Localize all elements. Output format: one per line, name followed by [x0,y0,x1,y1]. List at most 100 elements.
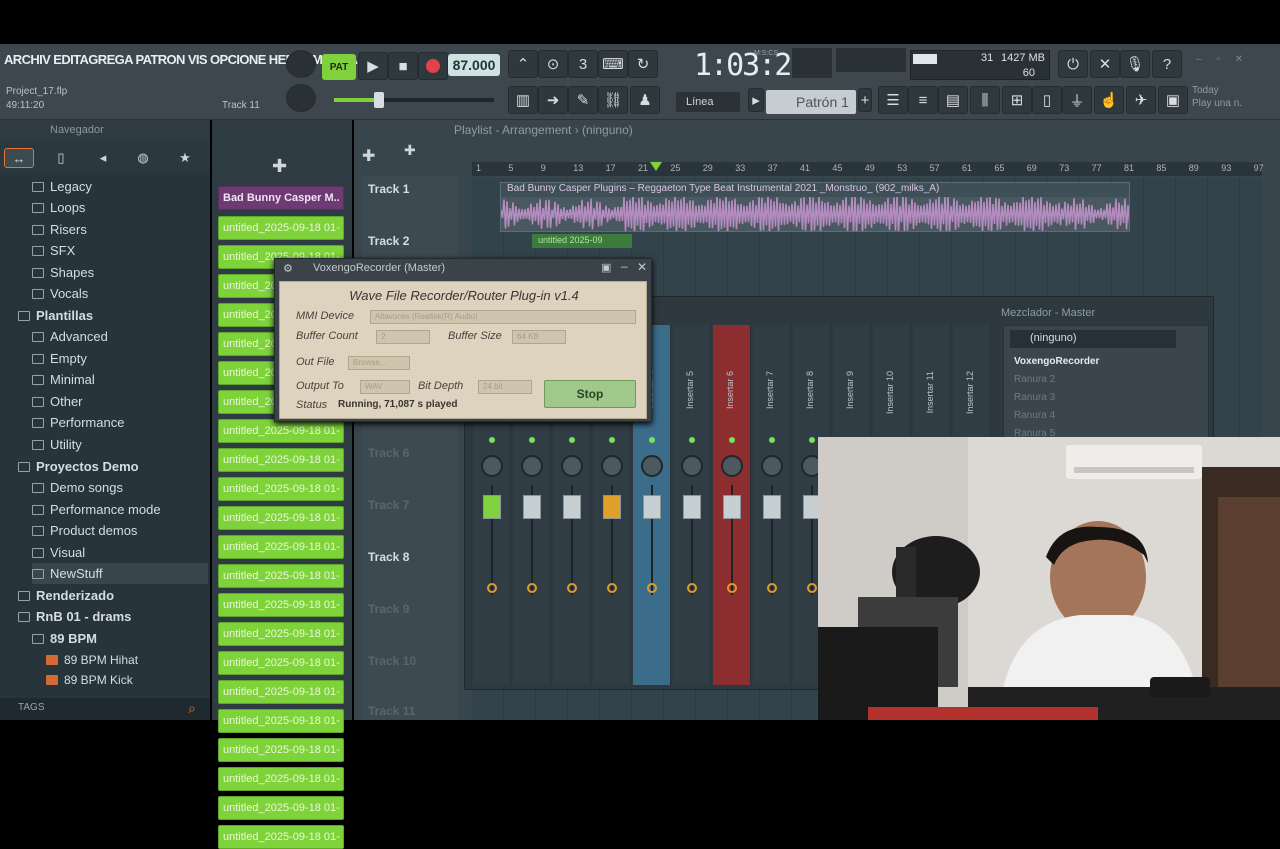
volume-fader[interactable] [563,495,581,519]
tools-button[interactable]: ✕ [1090,50,1120,78]
step-edit-button[interactable]: ⌨ [598,50,628,78]
buffer-size-field[interactable]: 64 KB [512,330,566,344]
song-position-clock[interactable]: 1:03:26 [694,48,808,83]
master-volume-knob[interactable] [286,50,316,78]
channel-item[interactable]: untitled_2025-09-18 01- [218,622,344,646]
browser-folder[interactable]: 89 BPM [32,628,97,649]
channel-item[interactable]: untitled_2025-09-18 01- [218,709,344,733]
draw-button[interactable]: ✎ [568,86,598,114]
volume-fader[interactable] [523,495,541,519]
browser-item[interactable]: Shapes [32,262,94,283]
tags-field[interactable]: TAGS [0,698,210,720]
stereo-knob[interactable] [767,583,777,593]
channel-item[interactable]: untitled_2025-09-18 01- [218,448,344,472]
browser-item[interactable]: Minimal [32,369,95,390]
volume-fader[interactable] [683,495,701,519]
recorder-title[interactable]: VoxengoRecorder (Master) [275,259,651,279]
browser-item[interactable]: Performance [32,412,124,433]
channel-rack-button[interactable]: ▤ [938,86,968,114]
mixer-strip[interactable]: Insertar 6 [713,325,751,685]
channel-item[interactable]: untitled_2025-09-18 01- [218,216,344,240]
pan-knob[interactable] [521,455,543,477]
window-controls[interactable]: – ▫ ✕ [1196,54,1272,70]
news-button[interactable]: ▣ [1158,86,1188,114]
browser-item[interactable]: Demo songs [32,477,123,498]
audio-clip-small[interactable]: untitled 2025-09 [532,234,632,248]
piano-roll-view-button[interactable]: ≡ [908,86,938,114]
stereo-knob[interactable] [487,583,497,593]
track-label[interactable]: Track 9 [368,602,409,616]
browser-item[interactable]: Risers [32,219,87,240]
snap-selector[interactable]: Línea [676,92,740,112]
track-label[interactable]: Track 10 [368,654,416,668]
stop-recording-button[interactable]: Stop [544,380,636,408]
channel-item[interactable]: untitled_2025-09-18 01- [218,651,344,675]
track-label[interactable]: Track 6 [368,446,409,460]
audio-clip[interactable]: Bad Bunny Casper Plugins – Reggaeton Typ… [500,182,1130,232]
stereo-knob[interactable] [647,583,657,593]
pan-knob[interactable] [721,455,743,477]
stereo-knob[interactable] [607,583,617,593]
pattern-song-toggle[interactable]: PAT [322,54,356,80]
browser-button[interactable]: ⊞ [1002,86,1032,114]
tempo-tap-button[interactable]: ✈ [1126,86,1156,114]
channel-item[interactable]: untitled_2025-09-18 01- [218,535,344,559]
mixer-strip[interactable]: Insertar 7 [753,325,791,685]
stereo-knob[interactable] [727,583,737,593]
browser-item[interactable]: Vocals [32,283,88,304]
loop-record-button[interactable]: ↻ [628,50,658,78]
channel-item[interactable]: Bad Bunny Casper M.. [218,186,344,210]
mic-button[interactable]: 🎙 [1120,50,1150,78]
pan-knob[interactable] [561,455,583,477]
play-button[interactable]: ▶ [358,52,388,80]
channel-item[interactable]: untitled_2025-09-18 01- [218,593,344,617]
browser-folder[interactable]: Renderizado [18,585,114,606]
pan-knob[interactable] [481,455,503,477]
browser-tab-online[interactable]: ◍ [128,148,158,168]
browser-item[interactable]: SFX [32,240,75,261]
stereo-knob[interactable] [567,583,577,593]
channel-item[interactable]: untitled_2025-09-18 01- [218,419,344,443]
mmi-device-field[interactable]: Altavoces (Realtek(R) Audio) [370,310,636,324]
channel-item[interactable]: untitled_2025-09-18 01- [218,767,344,791]
browser-tab-plugins[interactable]: ◂ [88,148,118,168]
channel-item[interactable]: untitled_2025-09-18 01- [218,564,344,588]
touch-button[interactable]: ☝ [1094,86,1124,114]
stereo-knob[interactable] [527,583,537,593]
mixer-button[interactable]: ⫼ [970,86,1000,114]
link-button[interactable]: ⛓ [598,86,628,114]
browser-folder[interactable]: Plantillas [18,305,93,326]
insert-preset-selector[interactable]: (ninguno) [1010,330,1176,348]
close-icon[interactable]: ✕ [637,260,647,274]
browser-audio-file[interactable]: 89 BPM Kick [46,669,133,690]
timeline-ruler[interactable]: 1 5 9 13 17 21 25 29 33 37 41 45 49 53 57 61 65 69 73 77 81 8… [472,162,1264,176]
track-label[interactable]: Track 8 [368,550,409,564]
piano-roll-button[interactable]: ▥ [508,86,538,114]
pan-knob[interactable] [681,455,703,477]
metronome-button[interactable]: ⌃ [508,50,538,78]
channel-item[interactable]: untitled_2025-09-18 01- [218,796,344,820]
volume-fader[interactable] [483,495,501,519]
playhead-marker[interactable] [650,162,662,171]
track-label[interactable]: Track 7 [368,498,409,512]
browser-tab-all[interactable]: ↔ [4,148,34,168]
pattern-prev-button[interactable]: ▸ [748,88,764,112]
volume-fader[interactable] [643,495,661,519]
browser-item[interactable]: Advanced [32,326,108,347]
browser-folder[interactable]: Proyectos Demo [18,456,139,477]
browser-item[interactable]: Legacy [32,176,92,197]
pan-knob[interactable] [601,455,623,477]
master-pitch-knob[interactable] [286,84,316,112]
record-button[interactable] [418,52,448,80]
browser-item[interactable]: Product demos [32,520,137,541]
add-channel-icon[interactable]: ✚ [272,156,287,177]
pan-knob[interactable] [761,455,783,477]
countdown-button[interactable]: 3 [568,50,598,78]
window-menu-icon[interactable]: ▣ [601,261,611,274]
volume-fader[interactable] [603,495,621,519]
browser-item[interactable]: Empty [32,348,87,369]
effect-slot[interactable]: Ranura 3 [1014,392,1194,408]
arrow-button[interactable]: ➜ [538,86,568,114]
browser-audio-file[interactable]: 89 BPM Hihat [46,649,138,670]
master-slider-handle[interactable] [374,92,384,108]
